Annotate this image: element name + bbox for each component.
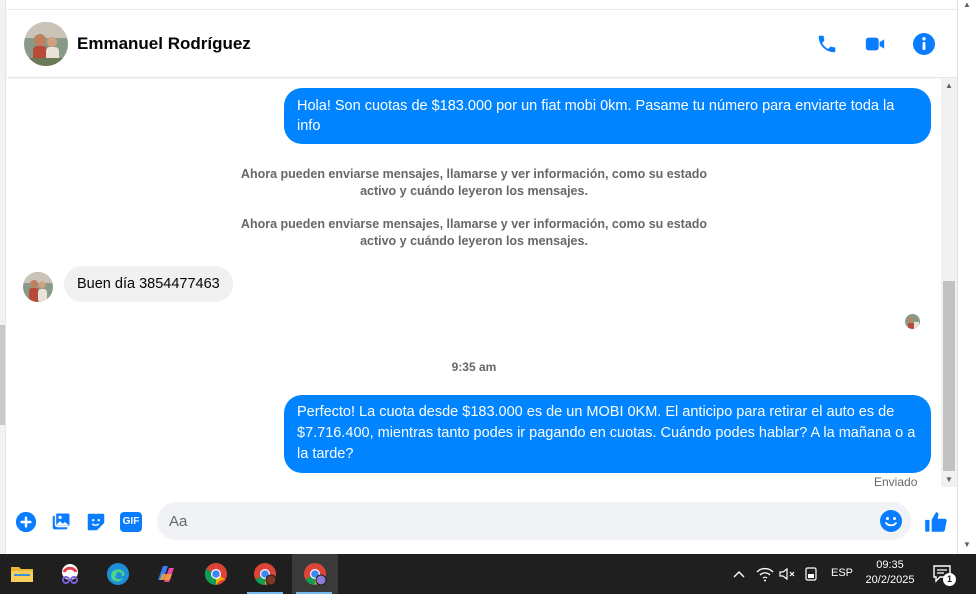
message-input[interactable] bbox=[169, 502, 859, 540]
edge-browser-icon[interactable] bbox=[96, 554, 140, 594]
system-clock[interactable]: 09:35 20/2/2025 bbox=[862, 558, 918, 588]
keyboard-language[interactable]: ESP bbox=[831, 567, 853, 579]
seen-indicator-avatar bbox=[905, 314, 920, 329]
message-composer: GIF bbox=[7, 495, 957, 551]
message-status: Enviado bbox=[874, 475, 918, 489]
gif-icon[interactable]: GIF bbox=[119, 510, 143, 534]
windows-taskbar: ESP 09:35 20/2/2025 1 bbox=[0, 554, 976, 594]
outer-scroll-up-arrow[interactable]: ▲ bbox=[961, 0, 973, 12]
info-icon[interactable] bbox=[910, 30, 938, 58]
copilot-icon[interactable] bbox=[144, 554, 188, 594]
video-icon[interactable] bbox=[861, 30, 889, 58]
system-message: Ahora pueden enviarse mensajes, llamarse… bbox=[240, 217, 708, 248]
scroll-up-arrow[interactable]: ▲ bbox=[941, 79, 957, 93]
scroll-down-arrow[interactable]: ▼ bbox=[941, 473, 957, 487]
gif-label: GIF bbox=[120, 512, 142, 532]
emoji-icon[interactable] bbox=[879, 509, 903, 533]
plus-icon[interactable] bbox=[14, 510, 38, 534]
chrome-profile-icon[interactable] bbox=[243, 554, 287, 594]
wifi-icon[interactable] bbox=[756, 566, 774, 582]
contact-avatar[interactable] bbox=[24, 22, 68, 66]
clock-time: 09:35 bbox=[876, 559, 904, 571]
like-icon[interactable] bbox=[922, 508, 950, 536]
outgoing-message[interactable]: Hola! Son cuotas de $183.000 por un fiat… bbox=[284, 88, 931, 144]
left-panel-edge bbox=[0, 0, 6, 554]
chat-scrollbar[interactable]: ▲ ▼ bbox=[941, 79, 957, 487]
system-message: Ahora pueden enviarse mensajes, llamarse… bbox=[240, 167, 708, 198]
message-timestamp: 9:35 am bbox=[451, 360, 497, 374]
phone-icon[interactable] bbox=[813, 30, 841, 58]
incoming-message[interactable]: Buen día 3854477463 bbox=[64, 266, 233, 302]
snipping-tool-icon[interactable] bbox=[48, 554, 92, 594]
top-strip bbox=[7, 0, 957, 10]
message-list: Hola! Son cuotas de $183.000 por un fiat… bbox=[7, 79, 941, 495]
image-icon[interactable] bbox=[49, 510, 73, 534]
notification-count-badge: 1 bbox=[943, 573, 956, 586]
notification-center-icon[interactable]: 1 bbox=[932, 564, 956, 586]
chrome-icon[interactable] bbox=[194, 554, 238, 594]
battery-icon[interactable] bbox=[803, 566, 819, 582]
chrome-profile-active-icon[interactable] bbox=[292, 554, 338, 594]
file-explorer-icon[interactable] bbox=[0, 554, 44, 594]
window-right-edge: ▲ ▼ bbox=[957, 0, 976, 554]
contact-avatar-small[interactable] bbox=[23, 272, 53, 302]
outer-scroll-down-arrow[interactable]: ▼ bbox=[961, 540, 973, 552]
sticker-icon[interactable] bbox=[84, 510, 108, 534]
outgoing-message[interactable]: Perfecto! La cuota desde $183.000 es de … bbox=[284, 395, 931, 473]
chevron-up-icon[interactable] bbox=[731, 566, 747, 582]
scrollbar-thumb[interactable] bbox=[943, 281, 955, 471]
contact-name[interactable]: Emmanuel Rodríguez bbox=[77, 34, 251, 54]
messenger-window: Emmanuel Rodríguez Hola! Son cuotas de $… bbox=[0, 0, 976, 594]
left-scrollbar-thumb[interactable] bbox=[0, 325, 5, 425]
message-input-container[interactable] bbox=[157, 502, 911, 540]
volume-muted-icon[interactable] bbox=[778, 566, 796, 582]
conversation-header: Emmanuel Rodríguez bbox=[7, 10, 957, 78]
clock-date: 20/2/2025 bbox=[865, 574, 915, 586]
